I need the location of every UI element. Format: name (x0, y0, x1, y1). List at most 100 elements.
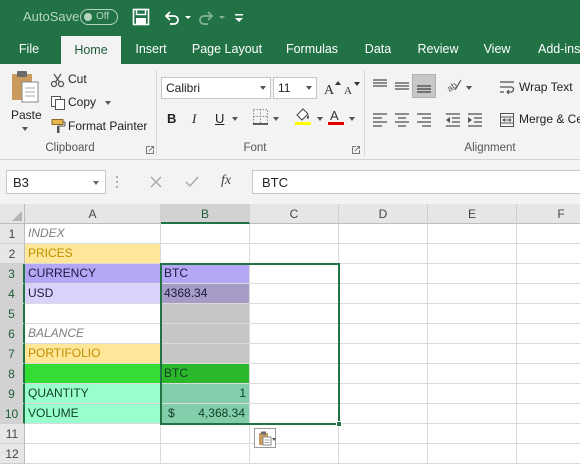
cell-a8[interactable] (25, 364, 161, 384)
font-launcher-icon[interactable] (352, 146, 360, 154)
row-header-12[interactable]: 12 (0, 444, 25, 464)
tab-file[interactable]: File (8, 35, 50, 64)
column-header-d[interactable]: D (339, 204, 428, 224)
column-header-b[interactable]: B (161, 204, 250, 224)
redo-dropdown-icon[interactable] (218, 8, 226, 26)
tab-view[interactable]: View (476, 35, 518, 64)
cell-a12[interactable] (25, 444, 161, 464)
save-icon[interactable] (132, 8, 150, 26)
cell-b5[interactable] (161, 304, 250, 324)
font-name-select[interactable]: Calibri (161, 77, 271, 99)
orientation-dropdown-icon[interactable] (466, 86, 472, 90)
tab-formulas[interactable]: Formulas (280, 35, 344, 64)
cell-a1[interactable]: INDEX (25, 224, 161, 244)
fill-handle[interactable] (336, 421, 342, 427)
tab-data[interactable]: Data (356, 35, 400, 64)
select-all-button[interactable] (0, 204, 25, 224)
cell-a6[interactable]: BALANCE (25, 324, 161, 344)
decrease-indent-icon[interactable] (445, 112, 461, 128)
cell-a10[interactable]: VOLUME (25, 404, 161, 424)
paste-options-button[interactable] (254, 428, 276, 448)
cell-b11[interactable] (161, 424, 250, 444)
customize-toolbar-icon[interactable] (234, 8, 244, 26)
row-header-10[interactable]: 10 (0, 404, 25, 424)
column-header-c[interactable]: C (250, 204, 339, 224)
undo-dropdown-icon[interactable] (184, 8, 192, 26)
row-header-3[interactable]: 3 (0, 264, 25, 284)
bold-button[interactable]: B (167, 111, 176, 126)
row-header-4[interactable]: 4 (0, 284, 25, 304)
grip-icon[interactable] (115, 174, 119, 190)
name-box[interactable]: B3 (6, 170, 106, 194)
align-middle-icon[interactable] (394, 78, 410, 94)
fill-color-dropdown-icon[interactable] (317, 117, 323, 121)
tab-review[interactable]: Review (412, 35, 464, 64)
orientation-icon[interactable]: ab (445, 76, 463, 94)
wrap-text-label: Wrap Text (519, 80, 573, 94)
insert-function-button[interactable]: fx (221, 173, 231, 193)
column-header-f[interactable]: F (517, 204, 580, 224)
column-d-cells[interactable] (339, 224, 428, 464)
row-header-5[interactable]: 5 (0, 304, 25, 324)
column-header-a[interactable]: A (25, 204, 161, 224)
cell-b2[interactable] (161, 244, 250, 264)
align-right-icon[interactable] (416, 112, 432, 128)
cell-b4[interactable]: 4368.34 (161, 284, 250, 304)
italic-button[interactable]: I (192, 111, 196, 127)
row-header-11[interactable]: 11 (0, 424, 25, 444)
row-header-7[interactable]: 7 (0, 344, 25, 364)
shrink-font-icon[interactable]: A (343, 79, 361, 97)
cell-b3[interactable]: BTC (161, 264, 250, 284)
borders-dropdown-icon[interactable] (273, 117, 279, 121)
fill-color-icon[interactable] (293, 106, 313, 126)
grow-font-icon[interactable]: A (323, 79, 341, 97)
cell-a2[interactable]: PRICES (25, 244, 161, 264)
cell-a5[interactable] (25, 304, 161, 324)
font-size-select[interactable]: 11 (273, 77, 317, 99)
enter-check-icon[interactable] (182, 172, 202, 192)
column-header-e[interactable]: E (428, 204, 517, 224)
cell-a9[interactable]: QUANTITY (25, 384, 161, 404)
autosave-toggle[interactable]: Off (80, 9, 118, 25)
undo-icon[interactable] (163, 8, 181, 26)
copy-icon (51, 96, 65, 110)
font-color-dropdown-icon[interactable] (349, 117, 355, 121)
cell-b8[interactable]: BTC (161, 364, 250, 384)
tab-add-ins[interactable]: Add-ins (530, 35, 580, 64)
font-color-icon[interactable]: A (327, 106, 345, 126)
cell-a3[interactable]: CURRENCY (25, 264, 161, 284)
tab-page-layout[interactable]: Page Layout (186, 35, 268, 64)
row-header-1[interactable]: 1 (0, 224, 25, 244)
formula-input[interactable]: BTC (252, 170, 580, 194)
align-left-icon[interactable] (372, 112, 388, 128)
cell-a4[interactable]: USD (25, 284, 161, 304)
cell-b9[interactable]: 1 (161, 384, 250, 404)
row-header-6[interactable]: 6 (0, 324, 25, 344)
cell-b7[interactable] (161, 344, 250, 364)
column-f-cells[interactable] (517, 224, 580, 464)
ribbon-separator (364, 70, 365, 156)
cell-b6[interactable] (161, 324, 250, 344)
align-bottom-button[interactable] (412, 74, 436, 98)
column-e-cells[interactable] (428, 224, 517, 464)
row-header-9[interactable]: 9 (0, 384, 25, 404)
align-top-icon[interactable] (372, 78, 388, 94)
underline-button[interactable]: U (215, 111, 224, 126)
row-header-2[interactable]: 2 (0, 244, 25, 264)
redo-icon[interactable] (197, 8, 215, 26)
cell-b10[interactable]: $ 4,368.34 (161, 404, 250, 424)
cell-b12[interactable] (161, 444, 250, 464)
cell-a7[interactable]: PORTIFOLIO (25, 344, 161, 364)
cancel-icon[interactable] (146, 172, 166, 192)
borders-icon[interactable] (252, 108, 270, 126)
title-bar: AutoSave Off (0, 0, 580, 35)
align-center-icon[interactable] (394, 112, 410, 128)
tab-insert[interactable]: Insert (128, 35, 174, 64)
cell-b1[interactable] (161, 224, 250, 244)
row-header-8[interactable]: 8 (0, 364, 25, 384)
underline-dropdown-icon[interactable] (232, 117, 238, 121)
cell-a11[interactable] (25, 424, 161, 444)
increase-indent-icon[interactable] (467, 112, 483, 128)
tab-home[interactable]: Home (61, 36, 121, 64)
clipboard-launcher-icon[interactable] (146, 146, 154, 154)
